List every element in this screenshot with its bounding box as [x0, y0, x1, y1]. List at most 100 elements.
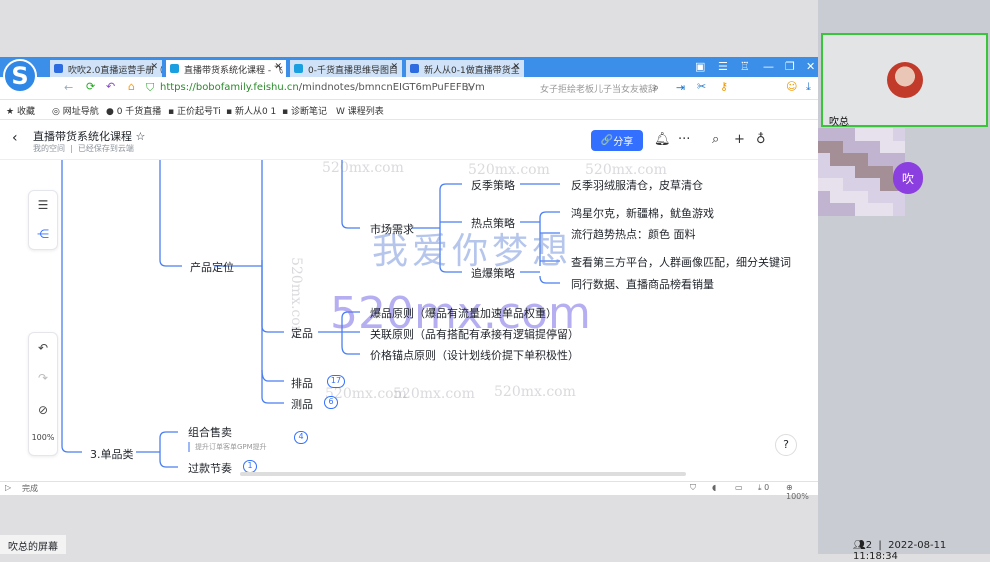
pixel-block — [830, 178, 843, 191]
collapsed-count-badge[interactable]: 17 — [327, 375, 345, 388]
node-leaf[interactable]: 流行趋势热点：颜色 面料 — [571, 226, 696, 242]
pixel-block — [867, 153, 880, 166]
close-window-icon[interactable]: ✕ — [806, 60, 815, 73]
node-leaf[interactable]: 关联原则（品有搭配有承接有逻辑提停留） — [370, 326, 579, 342]
collapsed-count-badge[interactable]: 6 — [324, 396, 338, 409]
node-combo[interactable]: 组合售卖 — [188, 424, 232, 440]
node-leaf[interactable]: 价格锚点原则（设计划线价提下单积极性） — [370, 347, 579, 363]
pixel-block — [830, 153, 843, 166]
url-input[interactable]: https://bobofamily.feishu.cn/mindnotes/b… — [160, 82, 485, 93]
undo-icon[interactable]: ↶ — [29, 341, 57, 355]
download-icon[interactable]: ⤓ — [806, 80, 811, 94]
pixel-block — [830, 128, 843, 141]
pixel-block — [817, 178, 830, 191]
bookmark[interactable]: ▪ 正价起号Ti — [168, 104, 221, 117]
node-leaf[interactable]: 查看第三方平台，人群画像匹配，细分关键词 — [571, 254, 791, 270]
node-hot-strategy[interactable]: 热点策略 — [471, 215, 515, 231]
home-icon[interactable]: ⌂ — [128, 80, 135, 93]
zoom-level[interactable]: 100% — [29, 433, 57, 442]
download-status[interactable]: ⤓ 0 — [758, 483, 769, 493]
node-anti-season[interactable]: 反季策略 — [471, 177, 515, 193]
refresh-icon[interactable]: ⟳ — [86, 80, 95, 93]
page-icon — [54, 64, 63, 73]
pixel-block — [817, 128, 830, 141]
menu-icon[interactable]: ☰ — [718, 60, 728, 73]
help-bulb-icon[interactable]: ♁ — [756, 132, 766, 147]
maximize-icon[interactable]: ❐ — [785, 60, 795, 73]
bookmark[interactable]: ▪ 新人从0 1 — [226, 104, 276, 117]
minimize-icon[interactable]: — — [763, 60, 774, 73]
smile-icon[interactable]: ☺ — [786, 80, 797, 93]
search-icon[interactable]: ⌕ — [653, 81, 659, 95]
tab-4[interactable]: 新人从0-1做直播带货全 ✕ — [406, 60, 524, 77]
mindmap-canvas[interactable]: 520mx.com 520mx.com 520mx.com 520mx.com … — [0, 160, 818, 478]
node-ding[interactable]: 定品 — [291, 325, 313, 341]
extension-icon[interactable]: ⇥ — [676, 81, 685, 94]
watermark: 520mx.com — [393, 386, 475, 402]
node-leaf[interactable]: 反季羽绒服清仓，皮草清仓 — [571, 177, 703, 193]
pixel-block — [855, 128, 868, 141]
node-product-positioning[interactable]: 产品定位 — [190, 259, 234, 275]
breadcrumb[interactable]: 我的空间 — [33, 144, 65, 153]
pixel-block — [842, 128, 855, 141]
node-leaf[interactable]: 鸿星尔克，新疆棉，鱿鱼游戏 — [571, 205, 714, 221]
node-pai[interactable]: 排品 — [291, 375, 313, 391]
sound-icon[interactable]: ◖ — [712, 483, 716, 492]
outline-icon[interactable]: ☰ — [29, 198, 57, 212]
tab-1[interactable]: 吹吹2.0直播运营手册（ ✕ — [50, 60, 162, 77]
pixel-block — [855, 140, 868, 154]
bookmark[interactable]: ◎ 网址导航 — [52, 104, 99, 117]
bookmark[interactable]: W 课程列表 — [336, 104, 384, 117]
page-zoom[interactable]: ⊕ 100% — [786, 483, 818, 501]
node-market-demand[interactable]: 市场需求 — [370, 221, 414, 237]
horizontal-scrollbar[interactable] — [240, 472, 686, 476]
bookmarks-bar: ★ 收藏 ◎ 网址导航 ● 0 千货直播 ▪ 正价起号Ti ▪ 新人从0 1 ▪… — [0, 100, 818, 120]
bell-icon[interactable]: 🔔︎ — [654, 132, 671, 147]
redo-icon[interactable]: ↷ — [29, 371, 57, 385]
mindmap-view-icon[interactable]: ⋲ — [29, 227, 57, 241]
pixel-block — [817, 153, 830, 166]
close-icon[interactable]: ✕ — [150, 62, 158, 72]
bookmark[interactable]: ● 0 千货直播 — [106, 104, 161, 117]
node-rhythm[interactable]: 过款节奏 — [188, 460, 232, 476]
collapsed-count-badge[interactable]: 4 — [294, 431, 308, 444]
tab-3[interactable]: 0-千货直播思维导图目 ✕ — [290, 60, 402, 77]
add-icon[interactable]: + — [734, 132, 745, 147]
back-icon[interactable]: ← — [64, 81, 73, 94]
participants-icon[interactable]: 👥︎ — [853, 540, 866, 551]
help-button[interactable]: ? — [775, 434, 797, 456]
back-arrow-icon[interactable]: ‹ — [12, 130, 18, 146]
tab-2[interactable]: 直播带货系统化课程 - 飞 ✕ — [166, 60, 286, 77]
node-leaf[interactable]: 同行数据、直播商品榜看销量 — [571, 276, 714, 292]
bookmark-favorites[interactable]: ★ 收藏 — [6, 104, 35, 117]
pixel-block — [817, 140, 830, 154]
undo-close-icon[interactable]: ↶ — [106, 80, 115, 93]
pixel-block — [842, 165, 855, 179]
node-chase-strategy[interactable]: 追爆策略 — [471, 265, 515, 281]
tab-count-icon[interactable]: ▣ — [695, 60, 705, 73]
share-button[interactable]: 🔗 分享 — [591, 130, 643, 151]
more-icon[interactable]: ··· — [678, 132, 690, 147]
close-icon[interactable]: ✕ — [512, 62, 520, 72]
shield-icon[interactable]: ⛉ — [690, 483, 696, 493]
node-leaf[interactable]: 爆品原则（爆品有流量加速单品权重） — [370, 305, 557, 321]
bookmark[interactable]: ▪ 诊断笔记 — [282, 104, 327, 117]
sidebar-toggle-icon[interactable]: ▷ — [5, 483, 11, 492]
star-icon[interactable]: ☆ — [136, 130, 146, 143]
search-icon[interactable]: ⌕ — [712, 132, 719, 147]
search-input[interactable]: 女子拒绘老板儿子当女友被辞 — [540, 82, 657, 95]
lock-icon[interactable]: ▭ — [735, 483, 743, 492]
participant-video-tile[interactable]: 吹总 — [821, 33, 988, 128]
skin-icon[interactable]: ♖ — [740, 60, 750, 73]
scissors-icon[interactable]: ✂ — [697, 80, 706, 93]
close-icon[interactable]: ✕ — [390, 62, 398, 72]
avatar — [887, 62, 923, 98]
participant-avatar-badge[interactable]: 吹 — [893, 162, 923, 194]
node-single-category[interactable]: 3.单品类 — [90, 446, 134, 462]
node-ce[interactable]: 测品 — [291, 396, 313, 412]
key-icon[interactable]: ⚷ — [720, 80, 728, 93]
participant-count[interactable]: 2 — [866, 540, 872, 551]
close-icon[interactable]: ✕ — [274, 62, 282, 72]
star-icon[interactable]: ☆ — [464, 81, 474, 94]
style-icon[interactable]: ⊘ — [29, 403, 57, 417]
